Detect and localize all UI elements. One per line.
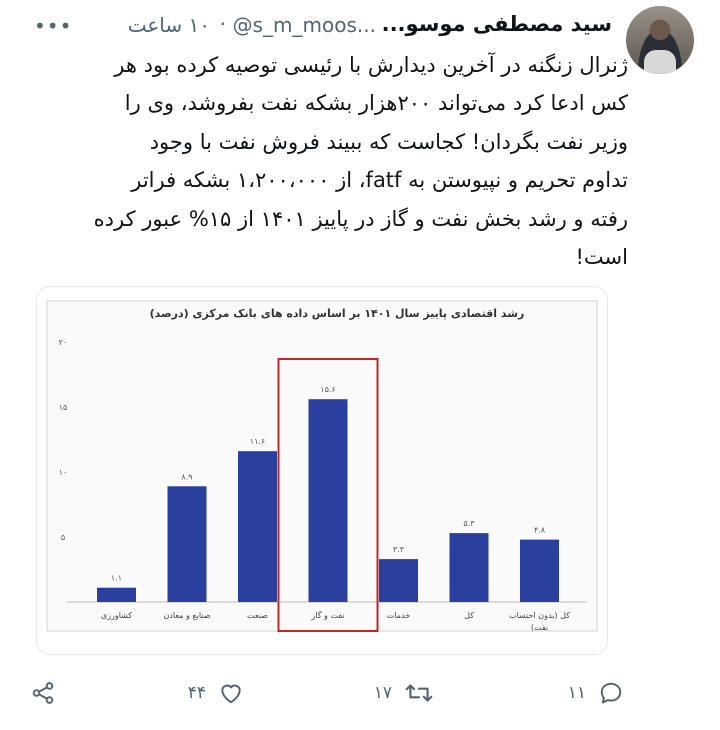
reply-icon bbox=[600, 682, 622, 704]
tweet-line: وزیر نفت بگردان! کجاست که ببیند فروش نفت… bbox=[149, 129, 628, 154]
bar-value-label: ۴.۸ bbox=[534, 526, 546, 535]
tweet-header: سید مصطفی موسو... @s_m_moos... · ۱۰ ساعت bbox=[20, 12, 612, 38]
category-label: صنایع و معادن bbox=[163, 611, 210, 620]
bar bbox=[97, 587, 136, 602]
tweet-text: ژنرال زنگنه در آخرین دیدارش با رئیسی توص… bbox=[18, 46, 628, 276]
y-tick-label: ۱۰ bbox=[59, 468, 68, 477]
bar-value-label: ۸.۹ bbox=[181, 472, 192, 481]
reply-count: ۱۱ bbox=[567, 683, 586, 703]
category-label: نفت) bbox=[531, 623, 548, 632]
separator-dot: · bbox=[219, 12, 226, 36]
category-label: کل bbox=[464, 611, 474, 620]
tweet-actions: ۱۱ ۱۷ ۴۴ bbox=[0, 676, 720, 712]
tweet-time[interactable]: ۱۰ ساعت bbox=[128, 13, 210, 37]
bar-value-label: ۵.۳ bbox=[463, 519, 475, 528]
category-label: کشاورزی bbox=[101, 611, 132, 620]
bar bbox=[449, 533, 489, 602]
tweet-line: رفته و رشد بخش نفت و گاز در پاییز ۱۴۰۱ ا… bbox=[93, 206, 628, 231]
y-tick-label: ۵ bbox=[61, 533, 65, 542]
bar bbox=[520, 539, 559, 602]
bar-value-label: ۱۱.۶ bbox=[250, 437, 265, 446]
tweet-line: تداوم تحریم و نپیوستن به fatf، از ۱،۲۰۰،… bbox=[131, 168, 628, 193]
y-tick-label: ۲۰ bbox=[59, 338, 68, 347]
bar-value-label: ۱.۱ bbox=[111, 574, 122, 583]
retweet-icon bbox=[405, 684, 433, 702]
chart-image[interactable]: رشد اقتصادی پاییز سال ۱۴۰۱ بر اساس داده … bbox=[36, 286, 608, 655]
like-button[interactable]: ۴۴ bbox=[188, 676, 244, 710]
category-label: کل (بدون احتساب bbox=[509, 611, 570, 620]
avatar[interactable] bbox=[626, 6, 694, 74]
chart-title: رشد اقتصادی پاییز سال ۱۴۰۱ بر اساس داده … bbox=[150, 307, 525, 320]
author-handle[interactable]: @s_m_moos... bbox=[233, 13, 376, 37]
tweet-line: کس ادعا کرد می‌تواند ۲۰۰هزار بشکه نفت بف… bbox=[124, 91, 628, 116]
like-count: ۴۴ bbox=[187, 683, 206, 703]
share-icon bbox=[32, 682, 54, 704]
category-label: صنعت bbox=[247, 611, 268, 620]
retweet-count: ۱۷ bbox=[373, 683, 392, 703]
category-label: خدمات bbox=[387, 611, 410, 620]
bar bbox=[167, 486, 207, 602]
reply-button[interactable]: ۱۱ bbox=[568, 676, 624, 710]
category-label: نفت و گاز bbox=[310, 610, 344, 620]
tweet-line: است! bbox=[575, 245, 628, 270]
y-tick-label: ۱۵ bbox=[59, 403, 68, 412]
heart-icon bbox=[221, 684, 241, 704]
bar-chart: رشد اقتصادی پاییز سال ۱۴۰۱ بر اساس داده … bbox=[46, 300, 598, 632]
bar bbox=[308, 399, 348, 602]
bar-value-label: ۱۵.۶ bbox=[320, 385, 335, 394]
bar bbox=[379, 559, 418, 602]
share-button[interactable] bbox=[30, 676, 56, 710]
author-name[interactable]: سید مصطفی موسو... bbox=[382, 12, 612, 36]
bar-value-label: ۳.۳ bbox=[393, 545, 405, 554]
tweet-line: ژنرال زنگنه در آخرین دیدارش با رئیسی توص… bbox=[114, 53, 628, 77]
retweet-button[interactable]: ۱۷ bbox=[374, 676, 434, 710]
more-options-icon[interactable]: ••• bbox=[34, 14, 72, 38]
bar bbox=[238, 451, 277, 602]
